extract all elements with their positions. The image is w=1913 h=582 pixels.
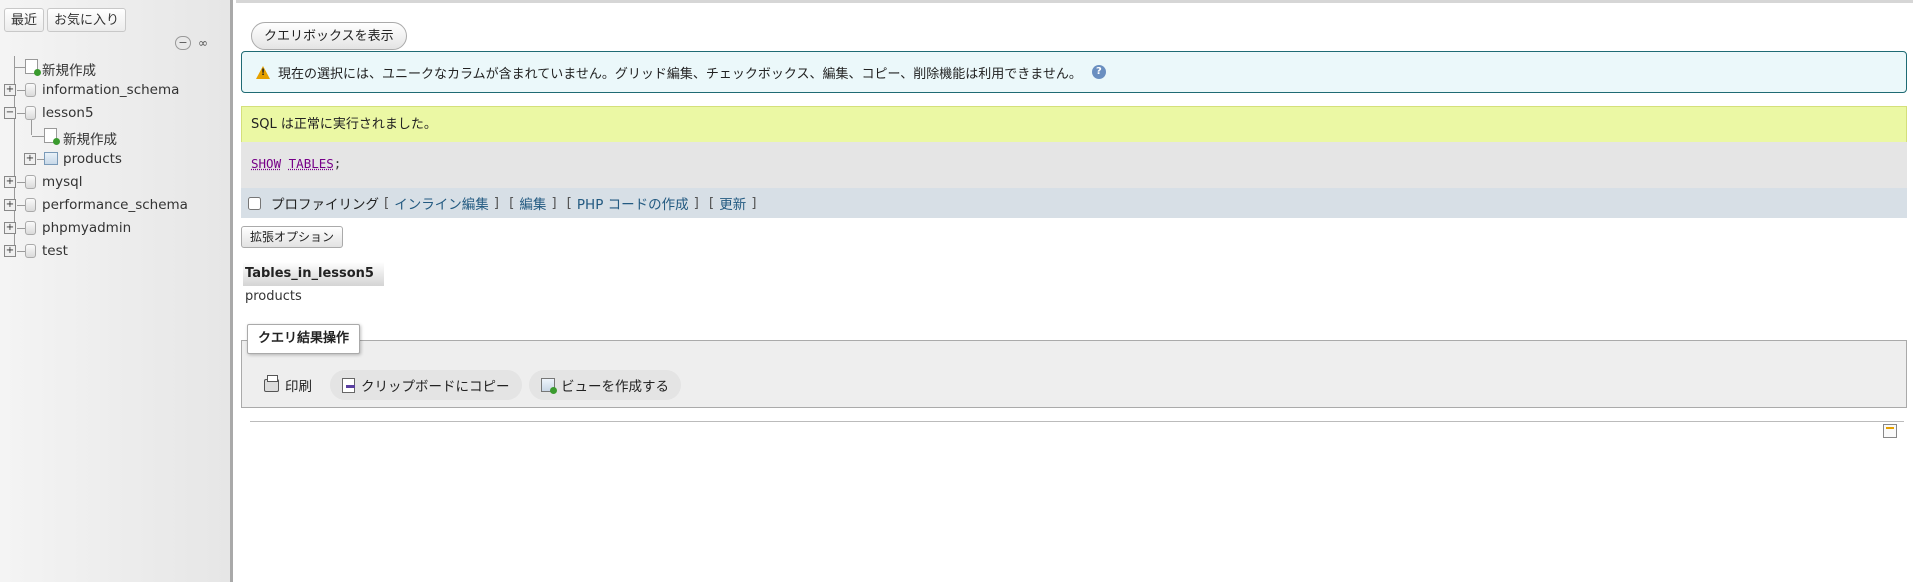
- tree-item-label: test: [42, 243, 68, 259]
- nav-tabs: 最近 お気に入り: [4, 8, 127, 32]
- copy-to-clipboard-label: クリップボードにコピー: [361, 379, 510, 395]
- show-query-box-button[interactable]: クエリボックスを表示: [251, 22, 407, 50]
- favorites-tab[interactable]: お気に入り: [47, 8, 127, 32]
- sql-keyword-tables[interactable]: TABLES: [289, 156, 334, 171]
- refresh-link[interactable]: 更新: [719, 193, 746, 213]
- sql-query-display: SHOW TABLES;: [241, 142, 1907, 188]
- tree-line: [17, 90, 25, 91]
- bracket-open: [: [566, 195, 572, 211]
- collapse-all-icon[interactable]: −: [175, 36, 191, 50]
- edit-link[interactable]: 編集: [519, 193, 546, 213]
- table-icon: [44, 152, 58, 165]
- bracket-close: ]: [551, 195, 557, 211]
- tree-item-label: information_schema: [42, 82, 180, 98]
- tree-line: [37, 159, 44, 160]
- expand-icon[interactable]: +: [4, 199, 16, 211]
- expand-icon[interactable]: +: [24, 153, 36, 165]
- copy-to-clipboard-button[interactable]: クリップボードにコピー: [330, 370, 522, 400]
- success-message: SQL は正常に実行されました。: [241, 106, 1907, 142]
- new-database-icon: [25, 59, 41, 76]
- expand-icon[interactable]: +: [4, 176, 16, 188]
- table-row[interactable]: products: [243, 286, 384, 308]
- link-with-main-icon[interactable]: ∞: [195, 36, 211, 50]
- extended-options-button[interactable]: 拡張オプション: [241, 226, 344, 248]
- bracket-open: [: [384, 195, 390, 211]
- tree-line: [32, 136, 44, 137]
- tree-item-label: lesson5: [42, 105, 94, 121]
- print-button[interactable]: 印刷: [252, 370, 324, 400]
- bracket-open: [: [708, 195, 715, 211]
- database-icon: [25, 221, 36, 235]
- tree-item-new-database[interactable]: 新規作成: [0, 56, 230, 79]
- warning-icon: [256, 65, 270, 79]
- tree-line: [15, 67, 25, 68]
- database-icon: [25, 175, 36, 189]
- collapse-icon[interactable]: −: [4, 107, 16, 119]
- profiling-checkbox[interactable]: [248, 196, 261, 210]
- console-icon[interactable]: [1883, 424, 1897, 438]
- tree-line: [17, 113, 25, 114]
- sql-semicolon: ;: [333, 156, 342, 171]
- column-header-tables-in-lesson5[interactable]: Tables_in_lesson5: [243, 262, 384, 286]
- bracket-close: ]: [693, 195, 699, 211]
- tree-line: [17, 182, 25, 183]
- tree-item-performance-schema[interactable]: + performance_schema: [0, 194, 230, 217]
- recent-tab[interactable]: 最近: [4, 8, 45, 32]
- notice-message: 現在の選択には、ユニークなカラムが含まれていません。グリッド編集、チェックボック…: [241, 51, 1907, 93]
- query-results-operations-legend: クエリ結果操作: [247, 324, 361, 354]
- create-view-icon: [541, 378, 557, 394]
- new-table-icon: [44, 128, 60, 145]
- tree-item-mysql[interactable]: + mysql: [0, 171, 230, 194]
- database-icon: [25, 198, 36, 212]
- tree-item-lesson5[interactable]: − lesson5: [0, 102, 230, 125]
- bracket-open: [: [509, 195, 515, 211]
- tree-line: [17, 228, 25, 229]
- tree-item-label: products: [63, 151, 122, 167]
- tree-item-information-schema[interactable]: + information_schema: [0, 79, 230, 102]
- expand-icon[interactable]: +: [4, 245, 16, 257]
- profiling-label: プロファイリング: [271, 197, 379, 213]
- tree-line: [17, 205, 25, 206]
- divider: [250, 421, 1904, 422]
- sql-keyword-show[interactable]: SHOW: [251, 156, 281, 171]
- tree-item-test[interactable]: + test: [0, 240, 230, 263]
- bracket-close: ]: [493, 195, 500, 211]
- help-icon[interactable]: ?: [1091, 65, 1106, 79]
- tree-item-new-table[interactable]: 新規作成: [0, 125, 230, 148]
- database-icon: [25, 83, 36, 97]
- expand-icon[interactable]: +: [4, 84, 16, 96]
- bracket-close: ]: [751, 195, 757, 211]
- tree-item-label: mysql: [42, 174, 83, 190]
- tree-item-label: 新規作成: [42, 63, 96, 79]
- profiling-bar: プロファイリング [ インライン編集 ] [ 編集 ] [ PHP コードの作成…: [241, 188, 1907, 218]
- tree-item-products[interactable]: + products: [0, 148, 230, 171]
- notice-text: 現在の選択には、ユニークなカラムが含まれていません。グリッド編集、チェックボック…: [278, 66, 1082, 82]
- tree-item-phpmyadmin[interactable]: + phpmyadmin: [0, 217, 230, 240]
- create-view-label: ビューを作成する: [561, 379, 669, 395]
- database-icon: [25, 244, 36, 258]
- tree-item-label: phpmyadmin: [42, 220, 132, 236]
- clipboard-icon: [342, 377, 355, 393]
- print-icon: [264, 374, 279, 392]
- database-icon: [25, 106, 36, 120]
- navigation-panel: 最近 お気に入り − ∞ 新規作成 + information_schema −…: [0, 0, 233, 582]
- tree-item-label: 新規作成: [63, 132, 117, 148]
- print-label: 印刷: [285, 379, 312, 395]
- database-tree: 新規作成 + information_schema − lesson5 新規作成…: [0, 56, 230, 263]
- create-php-code-link[interactable]: PHP コードの作成: [577, 193, 689, 213]
- main-content: クエリボックスを表示 現在の選択には、ユニークなカラムが含まれていません。グリッ…: [236, 0, 1913, 582]
- inline-edit-link[interactable]: インライン編集: [394, 193, 489, 213]
- create-view-button[interactable]: ビューを作成する: [529, 370, 681, 400]
- tree-item-label: performance_schema: [42, 197, 188, 213]
- result-table: Tables_in_lesson5 products: [243, 262, 384, 308]
- tree-line: [17, 251, 25, 252]
- expand-icon[interactable]: +: [4, 222, 16, 234]
